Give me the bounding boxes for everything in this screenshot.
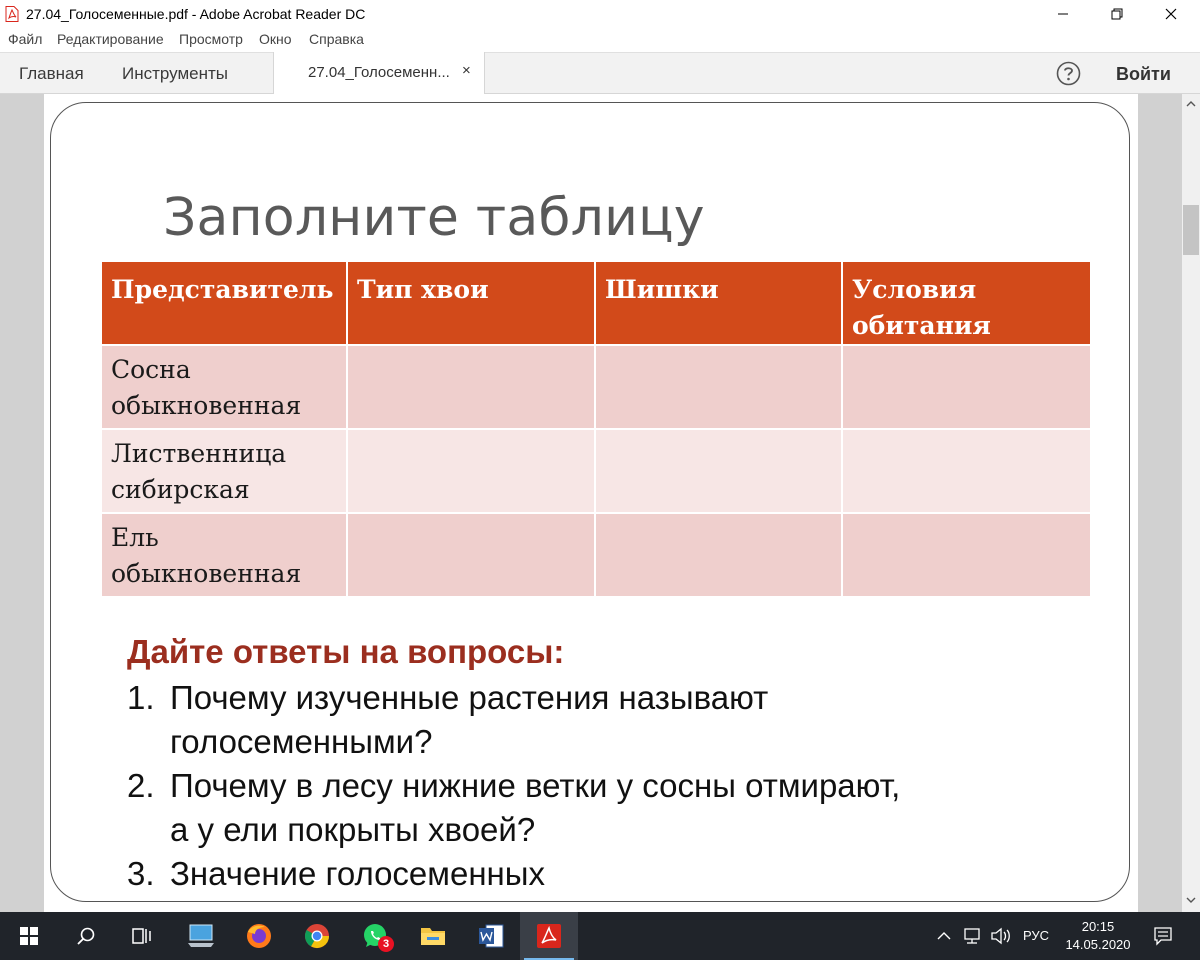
acrobat-window: 27.04_Голосеменные.pdf - Adobe Acrobat R… <box>0 0 1200 960</box>
taskbar-app-whatsapp[interactable]: 3 <box>346 912 404 960</box>
help-icon[interactable] <box>1056 61 1081 86</box>
table-header-cell: Представитель <box>100 260 348 346</box>
table-cell: Лиственница сибирская <box>100 428 348 514</box>
table-row: Сосна обыкновенная <box>100 344 1092 430</box>
table-cell <box>841 428 1092 514</box>
start-button[interactable] <box>0 912 58 960</box>
taskbar-clock[interactable]: 20:15 14.05.2020 <box>1062 918 1134 954</box>
table-cell <box>841 512 1092 598</box>
menu-view[interactable]: Просмотр <box>179 31 243 47</box>
taskbar-app-computer[interactable] <box>172 912 230 960</box>
question-line: Значение голосеменных <box>170 855 545 892</box>
word-icon <box>479 924 504 948</box>
minimize-icon <box>1058 13 1068 15</box>
firefox-icon <box>247 924 271 948</box>
task-view-button[interactable] <box>113 912 171 960</box>
table-cell <box>594 344 843 430</box>
search-button[interactable] <box>57 912 115 960</box>
table-cell <box>346 512 596 598</box>
table-header-cell: Тип хвои <box>346 260 596 346</box>
table-cell: Ель обыкновенная <box>100 512 348 598</box>
network-icon[interactable] <box>962 927 984 945</box>
volume-icon[interactable] <box>990 927 1014 945</box>
table-cell: Сосна обыкновенная <box>100 344 348 430</box>
windows-taskbar: 3 РУС 20:15 14.05.2020 <box>0 912 1200 960</box>
taskbar-app-file-explorer[interactable] <box>404 912 462 960</box>
search-icon <box>77 927 95 945</box>
notification-badge: 3 <box>378 936 394 952</box>
table-cell <box>346 428 596 514</box>
tab-tools[interactable]: Инструменты <box>122 64 228 84</box>
window-title: 27.04_Голосеменные.pdf - Adobe Acrobat R… <box>26 6 366 22</box>
action-center-icon[interactable] <box>1153 926 1173 946</box>
question-number: 1. <box>127 679 155 716</box>
scroll-up-arrow-icon[interactable] <box>1185 98 1197 110</box>
scroll-down-arrow-icon[interactable] <box>1185 894 1197 906</box>
input-language-indicator[interactable]: РУС <box>1023 928 1049 943</box>
windows-logo-icon <box>20 927 38 945</box>
table-cell <box>594 428 843 514</box>
question-number: 3. <box>127 855 155 892</box>
clock-date: 14.05.2020 <box>1065 937 1131 952</box>
tab-document[interactable]: 27.04_Голосеменн... × <box>273 52 485 95</box>
menu-window[interactable]: Окно <box>259 31 292 47</box>
question-number: 2. <box>127 767 155 804</box>
title-bar: 27.04_Голосеменные.pdf - Adobe Acrobat R… <box>0 0 1200 28</box>
vertical-scrollbar[interactable] <box>1182 94 1200 912</box>
question-item: 3. Значение голосеменных <box>127 852 900 896</box>
menu-bar: Файл Редактирование Просмотр Окно Справк… <box>0 28 1200 52</box>
close-tab-icon[interactable]: × <box>462 62 471 79</box>
taskbar-app-firefox[interactable] <box>230 912 288 960</box>
acrobat-icon <box>537 924 561 948</box>
table-row: Ель обыкновенная <box>100 512 1092 598</box>
show-hidden-icons-icon[interactable] <box>937 930 951 942</box>
tab-bar: Главная Инструменты 27.04_Голосеменн... … <box>0 52 1200 95</box>
question-line: Почему в лесу нижние ветки у сосны отмир… <box>170 767 901 804</box>
menu-help[interactable]: Справка <box>309 31 364 47</box>
question-line: Почему изученные растения называют <box>170 679 769 716</box>
question-line: голосеменными? <box>170 723 433 760</box>
tab-home[interactable]: Главная <box>19 64 84 84</box>
task-view-icon <box>132 928 151 944</box>
pdf-page: Заполните таблицу Представитель Тип хвои… <box>44 94 1138 912</box>
restore-icon <box>1111 8 1123 20</box>
table-header-row: Представитель Тип хвои Шишки Условия оби… <box>100 260 1092 346</box>
question-item: 1. Почему изученные растения называют го… <box>127 676 900 764</box>
fill-in-table: Представитель Тип хвои Шишки Условия оби… <box>100 260 1092 598</box>
computer-icon <box>188 924 214 947</box>
slide-title: Заполните таблицу <box>163 188 705 248</box>
close-window-button[interactable] <box>1144 0 1198 28</box>
table-row: Лиственница сибирская <box>100 428 1092 514</box>
table-header-cell: Условия обитания <box>841 260 1092 346</box>
folder-icon <box>421 928 445 945</box>
table-cell <box>346 344 596 430</box>
questions-heading: Дайте ответы на вопросы: <box>127 633 565 670</box>
taskbar-app-word[interactable] <box>462 912 520 960</box>
close-icon <box>1165 8 1177 20</box>
taskbar-app-acrobat[interactable] <box>520 912 578 960</box>
menu-edit[interactable]: Редактирование <box>57 31 164 47</box>
table-header-cell: Шишки <box>594 260 843 346</box>
question-item: 2. Почему в лесу нижние ветки у сосны от… <box>127 764 900 852</box>
table-cell <box>594 512 843 598</box>
taskbar-app-chrome[interactable] <box>288 912 346 960</box>
minimize-button[interactable] <box>1036 0 1090 28</box>
document-view[interactable]: Заполните таблицу Представитель Тип хвои… <box>0 94 1182 912</box>
clock-time: 20:15 <box>1081 919 1115 934</box>
pdf-file-icon <box>5 6 19 22</box>
question-line: а у ели покрыты хвоей? <box>170 811 536 848</box>
document-tab-label: 27.04_Голосеменн... <box>308 64 450 81</box>
table-cell <box>841 344 1092 430</box>
restore-button[interactable] <box>1090 0 1144 28</box>
questions-list: 1. Почему изученные растения называют го… <box>127 676 900 896</box>
sign-in-button[interactable]: Войти <box>1116 64 1171 85</box>
scrollbar-thumb[interactable] <box>1183 205 1199 255</box>
menu-file[interactable]: Файл <box>8 31 42 47</box>
chrome-icon <box>304 924 329 949</box>
